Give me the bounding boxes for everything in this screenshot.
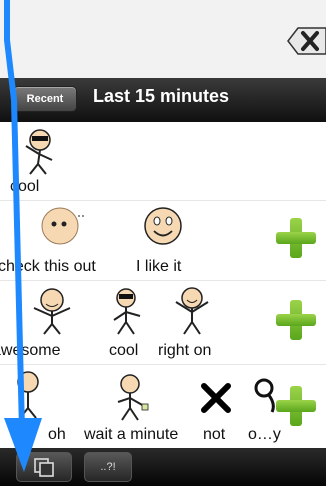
recent-button[interactable]: Recent: [13, 86, 77, 112]
smile-symbol-icon: [144, 207, 182, 245]
top-bar: [0, 0, 326, 78]
wait-symbol-icon: [117, 374, 149, 421]
phrase-label: oh: [48, 426, 66, 443]
not-symbol-icon: [201, 383, 231, 413]
list-item[interactable]: cool: [0, 122, 326, 201]
punctuation-button[interactable]: ..?!: [84, 452, 132, 482]
phrase-label: wait a minute: [84, 426, 179, 443]
phrase-label: awesome: [0, 342, 61, 359]
phrase-label: not: [203, 426, 226, 443]
add-phrase-button[interactable]: [276, 300, 316, 340]
right-on-symbol-icon: [175, 287, 209, 335]
cool-symbol-icon: [25, 129, 53, 175]
list-item[interactable]: oh wait a minute not o…y: [0, 364, 326, 448]
cool-symbol-icon: [113, 288, 141, 335]
phrase-label: o…y: [248, 426, 281, 443]
list-item[interactable]: awesome cool right on: [0, 280, 326, 365]
face-symbol-icon: [41, 207, 84, 245]
phrase-list: cool check this out I like it wesome coo…: [0, 122, 326, 448]
phrase-label: cool: [109, 342, 139, 359]
list-item[interactable]: check this out I like it: [0, 200, 326, 281]
phrase-label: cool: [10, 178, 40, 195]
copy-pages-icon: [34, 458, 54, 477]
add-phrase-button[interactable]: [276, 218, 316, 258]
pages-button[interactable]: [16, 452, 72, 482]
phrase-label: right on: [158, 342, 212, 359]
add-phrase-button[interactable]: [276, 386, 316, 426]
oh-symbol-icon: [17, 371, 39, 419]
phrase-label: check this out: [0, 258, 96, 275]
awesome-symbol-icon: [33, 288, 71, 335]
phrase-label: I like it: [136, 258, 182, 275]
close-icon[interactable]: [286, 26, 326, 56]
page-title: Last 15 minutes: [93, 86, 230, 106]
